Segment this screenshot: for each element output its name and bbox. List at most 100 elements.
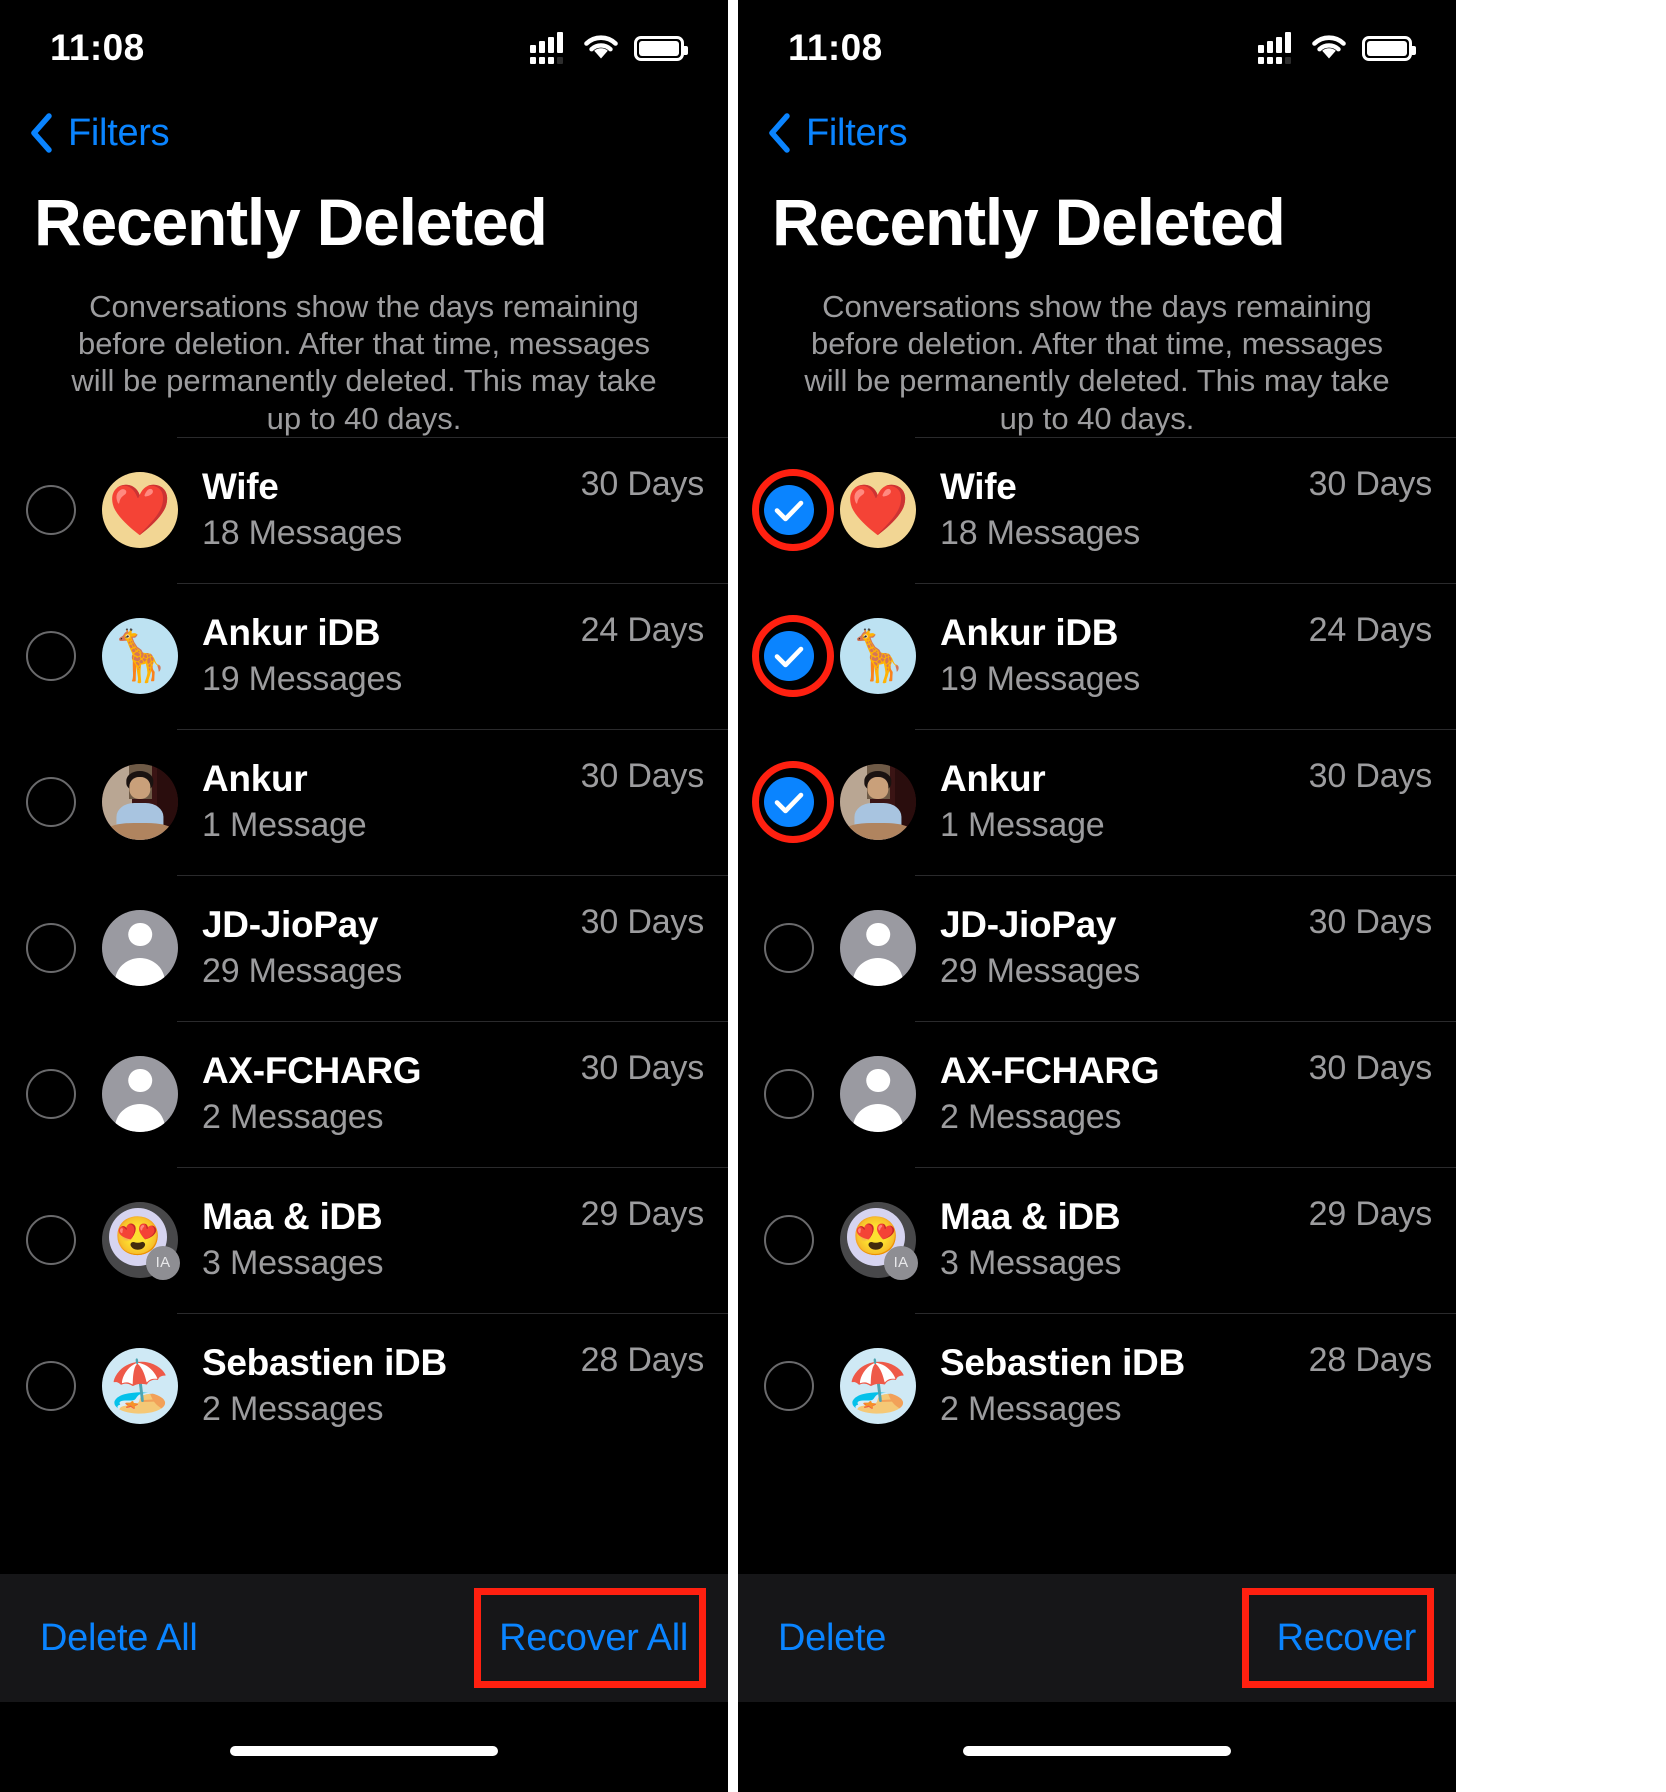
conversation-name: JD-JioPay [940,904,1117,946]
recover-button[interactable]: Recover [1277,1617,1417,1660]
phone-screen-left: 11:08 Filters Recently Deleted Conversat… [0,0,728,1792]
conversation-message-count: 3 Messages [202,1244,384,1283]
table-row[interactable]: 😍 IA Maa & iDB 3 Messages 29 Days [738,1166,1456,1313]
delete-button[interactable]: Delete [778,1617,886,1660]
conversation-name: AX-FCHARG [940,1050,1160,1092]
home-indicator[interactable] [230,1746,498,1756]
home-indicator[interactable] [963,1746,1231,1756]
recently-deleted-list-right: ❤️ Wife 18 Messages 30 Days 🦒 Ankur iDB 19 Mes… [738,436,1456,1574]
home-indicator-area-left [0,1702,728,1792]
selection-checkbox[interactable] [764,630,814,681]
conversation-message-count: 1 Message [202,806,367,845]
table-row[interactable]: AX-FCHARG 2 Messages 30 Days [738,1020,1456,1167]
conversation-days-remaining: 28 Days [1308,1340,1433,1379]
selection-checkbox[interactable] [26,1214,76,1265]
delete-all-button[interactable]: Delete All [40,1617,198,1660]
conversation-message-count: 1 Message [940,806,1105,845]
conversation-message-count: 2 Messages [202,1390,384,1429]
bottom-toolbar-left: Delete All Recover All [0,1574,728,1702]
conversation-days-remaining: 30 Days [580,756,705,795]
table-row[interactable]: JD-JioPay 29 Messages 30 Days [738,874,1456,1021]
conversation-days-remaining: 30 Days [580,902,705,941]
heart-emoji-avatar: ❤️ [102,471,178,548]
page-description: Conversations show the days remaining be… [71,289,657,436]
conversation-message-count: 29 Messages [202,952,403,991]
conversation-days-remaining: 29 Days [1308,1194,1433,1233]
giraffe-emoji-avatar: 🦒 [102,617,178,694]
back-to-filters-button[interactable]: Filters [0,92,728,162]
table-row[interactable]: AX-FCHARG 2 Messages 30 Days [0,1020,728,1167]
conversation-info: JD-JioPay 29 Messages [940,904,1309,991]
conversation-name: Sebastien iDB [202,1342,447,1384]
selection-checkbox[interactable] [764,484,814,535]
phone-screen-right: 11:08 Filters Recently Deleted Conversat… [738,0,1456,1792]
conversation-info: Ankur iDB 19 Messages [202,612,581,699]
table-row[interactable]: Ankur 1 Message 30 Days [738,728,1456,875]
conversation-days-remaining: 30 Days [1308,902,1433,941]
giraffe-emoji-avatar: 🦒 [840,617,916,694]
conversation-info: Wife 18 Messages [940,466,1309,553]
table-row[interactable]: 🏖️ Sebastien iDB 2 Messages 28 Days [738,1312,1456,1459]
selection-checkbox[interactable] [764,776,814,827]
selection-checkbox[interactable] [26,922,76,973]
page-title: Recently Deleted [34,185,548,259]
conversation-name: Ankur iDB [940,612,1119,654]
table-row[interactable]: 🏖️ Sebastien iDB 2 Messages 28 Days [0,1312,728,1459]
cellular-signal-icon [1258,32,1296,64]
group-avatar-badge: IA [146,1245,180,1280]
status-bar-clock: 11:08 [788,27,883,68]
conversation-name: AX-FCHARG [202,1050,422,1092]
conversation-days-remaining: 24 Days [1308,610,1433,649]
battery-icon [634,35,688,61]
conversation-info: JD-JioPay 29 Messages [202,904,581,991]
status-bar-icons [530,28,688,64]
conversation-name: JD-JioPay [202,904,379,946]
back-to-filters-button[interactable]: Filters [738,92,1456,162]
back-button-label: Filters [806,111,908,154]
page-title: Recently Deleted [772,185,1286,259]
table-row[interactable]: ❤️ Wife 18 Messages 30 Days [0,436,728,583]
status-bar: 11:08 [0,0,728,92]
conversation-message-count: 18 Messages [940,514,1141,553]
conversation-name: Wife [202,466,279,508]
conversation-info: Ankur 1 Message [940,758,1309,845]
conversation-message-count: 29 Messages [940,952,1141,991]
recover-all-button[interactable]: Recover All [499,1617,688,1660]
home-indicator-area-right [738,1702,1456,1792]
person-placeholder-avatar [840,909,916,986]
conversation-name: Ankur [940,758,1046,800]
conversation-days-remaining: 30 Days [1308,464,1433,503]
selection-checkbox[interactable] [26,1360,76,1411]
table-row[interactable]: Ankur 1 Message 30 Days [0,728,728,875]
selection-checkbox[interactable] [26,484,76,535]
conversation-message-count: 3 Messages [940,1244,1122,1283]
table-row[interactable]: JD-JioPay 29 Messages 30 Days [0,874,728,1021]
cellular-signal-icon [530,32,568,64]
conversation-info: AX-FCHARG 2 Messages [940,1050,1309,1137]
person-placeholder-avatar [102,909,178,986]
battery-icon [1362,35,1416,61]
selection-checkbox[interactable] [26,630,76,681]
conversation-days-remaining: 29 Days [580,1194,705,1233]
checkmark-icon [774,646,804,668]
selection-checkbox[interactable] [764,1214,814,1265]
selection-checkbox[interactable] [764,922,814,973]
selection-checkbox[interactable] [764,1360,814,1411]
selection-checkbox[interactable] [26,776,76,827]
status-bar-icons [1258,28,1416,64]
back-button-label: Filters [68,111,170,154]
table-row[interactable]: ❤️ Wife 18 Messages 30 Days [738,436,1456,583]
beach-emoji-avatar: 🏖️ [102,1347,178,1424]
conversation-info: Sebastien iDB 2 Messages [202,1342,581,1429]
conversation-message-count: 18 Messages [202,514,403,553]
conversation-name: Wife [940,466,1017,508]
table-row[interactable]: 🦒 Ankur iDB 19 Messages 24 Days [0,582,728,729]
screenshot-root: 11:08 Filters Recently Deleted Conversat… [0,0,1666,1792]
bottom-toolbar-right: Delete Recover [738,1574,1456,1702]
selection-checkbox[interactable] [764,1068,814,1119]
conversation-name: Sebastien iDB [940,1342,1185,1384]
table-row[interactable]: 😍 IA Maa & iDB 3 Messages 29 Days [0,1166,728,1313]
selection-checkbox[interactable] [26,1068,76,1119]
table-row[interactable]: 🦒 Ankur iDB 19 Messages 24 Days [738,582,1456,729]
group-avatar-badge: IA [884,1245,918,1280]
